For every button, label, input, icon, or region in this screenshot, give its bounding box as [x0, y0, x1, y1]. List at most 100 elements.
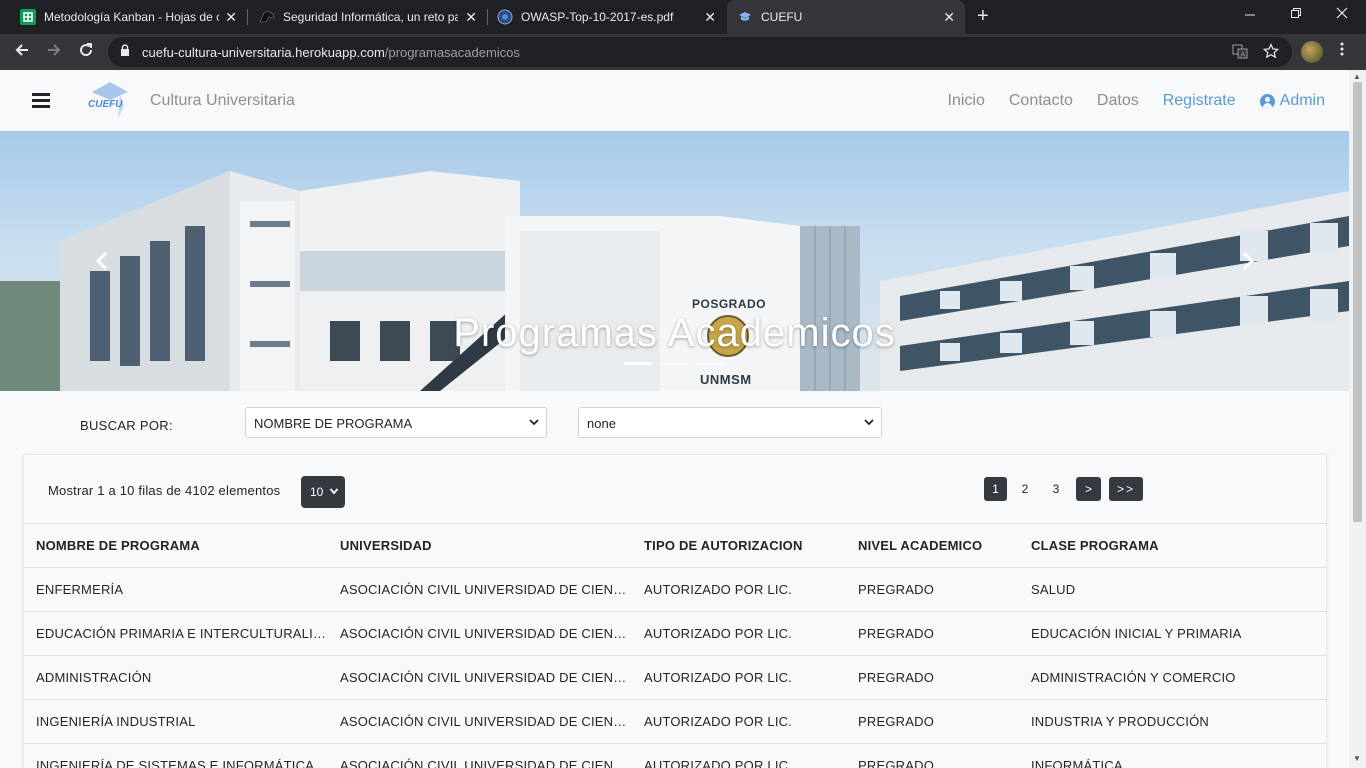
search-field-select[interactable]: NOMBRE DE PROGRAMA: [245, 407, 547, 438]
admin-label: Admin: [1279, 92, 1325, 109]
page-button-3[interactable]: 3: [1046, 477, 1066, 501]
new-tab-button[interactable]: +: [977, 5, 989, 28]
column-header[interactable]: CLASE PROGRAMA: [1019, 523, 1326, 568]
bookmark-star-icon[interactable]: [1262, 43, 1280, 62]
browser-tab[interactable]: Seguridad Informática, un reto para ✕: [247, 0, 487, 34]
scrollbar-thumb[interactable]: [1353, 82, 1362, 522]
globe-icon: [497, 9, 513, 25]
table-cell: PREGRADO: [846, 699, 1019, 744]
table-row[interactable]: ENFERMERÍA ASOCIACIÓN CIVIL UNIVERSIDAD …: [24, 567, 1326, 612]
chevron-down-icon: [329, 488, 339, 495]
page-button-1[interactable]: 1: [984, 477, 1007, 501]
table-cell: ADMINISTRACIÓN Y COMERCIO: [1019, 655, 1326, 700]
table-header-row: NOMBRE DE PROGRAMA UNIVERSIDAD TIPO DE A…: [24, 523, 1326, 568]
page-size-select[interactable]: 10: [301, 476, 345, 508]
carousel-indicator[interactable]: [624, 362, 652, 365]
cuefu-logo[interactable]: CUEFU: [88, 80, 136, 120]
table-cell: ADMINISTRACIÓN: [24, 655, 328, 700]
profile-avatar[interactable]: [1301, 41, 1323, 63]
url-path: /programasacademicos: [384, 45, 520, 60]
next-page-button[interactable]: >: [1076, 477, 1101, 501]
page-viewport: CUEFU Cultura Universitaria Inicio Conta…: [0, 70, 1349, 768]
close-tab-icon[interactable]: ✕: [465, 9, 477, 26]
browser-menu-icon[interactable]: [1340, 41, 1344, 62]
programs-table: NOMBRE DE PROGRAMA UNIVERSIDAD TIPO DE A…: [24, 523, 1326, 768]
table-cell: AUTORIZADO POR LIC.: [632, 611, 846, 656]
minimize-icon[interactable]: [1244, 6, 1256, 22]
column-header[interactable]: TIPO DE AUTORIZACION: [632, 523, 846, 568]
hero-carousel: POSGRADO UNMSM Programas Academicos: [0, 131, 1349, 391]
chevron-down-icon: [529, 419, 539, 426]
carousel-prev-icon[interactable]: [92, 249, 112, 273]
table-cell: INGENIERÍA INDUSTRIAL: [24, 699, 328, 744]
nav-links: Inicio Contacto Datos Registrate Admin: [948, 92, 1325, 110]
table-cell: PREGRADO: [846, 743, 1019, 768]
table-row[interactable]: ADMINISTRACIÓN ASOCIACIÓN CIVIL UNIVERSI…: [24, 655, 1326, 700]
results-card: Mostrar 1 a 10 filas de 4102 elementos 1…: [23, 454, 1327, 768]
nav-link-registrate[interactable]: Registrate: [1163, 92, 1236, 110]
tab-title: OWASP-Top-10-2017-es.pdf: [521, 10, 674, 24]
lock-icon: [121, 44, 129, 56]
close-tab-icon[interactable]: ✕: [704, 9, 716, 26]
page-scrollbar[interactable]: ▲ ▼: [1349, 70, 1366, 768]
close-tab-icon[interactable]: ✕: [225, 9, 237, 26]
table-cell: INFORMÁTICA: [1019, 743, 1326, 768]
search-label: BUSCAR POR:: [80, 418, 173, 433]
close-window-icon[interactable]: [1336, 6, 1348, 22]
carousel-indicator[interactable]: [696, 362, 724, 365]
building-sign-unmsm: UNMSM: [700, 372, 752, 387]
table-cell: PREGRADO: [846, 567, 1019, 612]
table-row[interactable]: INGENIERÍA DE SISTEMAS E INFORMÁTICA ASO…: [24, 743, 1326, 768]
column-header[interactable]: NOMBRE DE PROGRAMA: [24, 523, 328, 568]
table-cell: SALUD: [1019, 567, 1326, 612]
hero-title: Programas Academicos: [453, 311, 896, 355]
sheets-icon: [20, 9, 36, 25]
search-field-value: NOMBRE DE PROGRAMA: [254, 416, 413, 431]
nav-link-datos[interactable]: Datos: [1097, 92, 1139, 110]
reload-icon[interactable]: [78, 42, 94, 63]
table-cell: ASOCIACIÓN CIVIL UNIVERSIDAD DE CIENCIAS…: [328, 743, 632, 768]
nav-link-contacto[interactable]: Contacto: [1009, 92, 1073, 110]
scroll-down-icon[interactable]: ▼: [1353, 754, 1361, 763]
nav-link-inicio[interactable]: Inicio: [948, 92, 985, 110]
table-cell: ASOCIACIÓN CIVIL UNIVERSIDAD DE CIENCIAS…: [328, 611, 632, 656]
table-cell: AUTORIZADO POR LIC.: [632, 567, 846, 612]
table-row[interactable]: EDUCACIÓN PRIMARIA E INTERCULTURALIDAD A…: [24, 611, 1326, 656]
brand-title[interactable]: Cultura Universitaria: [150, 92, 295, 110]
close-tab-icon[interactable]: ✕: [943, 9, 955, 26]
table-cell: AUTORIZADO POR LIC.: [632, 743, 846, 768]
tab-title: Metodología Kanban - Hojas de cálculo: [44, 10, 219, 24]
column-header[interactable]: NIVEL ACADEMICO: [846, 523, 1019, 568]
carousel-indicator[interactable]: [660, 362, 688, 365]
url-text: cuefu-cultura-universitaria.herokuapp.co…: [142, 45, 520, 60]
forward-icon[interactable]: [46, 42, 62, 63]
table-cell: INGENIERÍA DE SISTEMAS E INFORMÁTICA: [24, 743, 328, 768]
table-cell: ENFERMERÍA: [24, 567, 328, 612]
back-icon[interactable]: [14, 42, 30, 63]
last-page-button[interactable]: >>: [1109, 477, 1143, 501]
translate-icon[interactable]: A: [1232, 43, 1248, 62]
user-circle-icon: [1259, 93, 1275, 109]
browser-tab-active[interactable]: CUEFU ✕: [727, 0, 965, 34]
table-cell: AUTORIZADO POR LIC.: [632, 699, 846, 744]
carousel-next-icon[interactable]: [1238, 249, 1258, 273]
table-cell: INDUSTRIA Y PRODUCCIÓN: [1019, 699, 1326, 744]
graduation-cap-icon: [737, 9, 753, 25]
browser-tab[interactable]: OWASP-Top-10-2017-es.pdf ✕: [487, 0, 726, 34]
browser-tab-bar: Metodología Kanban - Hojas de cálculo ✕ …: [0, 0, 1366, 34]
table-cell: ASOCIACIÓN CIVIL UNIVERSIDAD DE CIENCIAS…: [328, 699, 632, 744]
table-row[interactable]: INGENIERÍA INDUSTRIAL ASOCIACIÓN CIVIL U…: [24, 699, 1326, 744]
browser-tab[interactable]: Metodología Kanban - Hojas de cálculo ✕: [0, 0, 247, 34]
column-header[interactable]: UNIVERSIDAD: [328, 523, 632, 568]
scroll-up-icon[interactable]: ▲: [1353, 72, 1361, 81]
tab-title: Seguridad Informática, un reto para: [283, 10, 458, 24]
table-cell: EDUCACIÓN PRIMARIA E INTERCULTURALIDAD: [24, 611, 328, 656]
page-button-2[interactable]: 2: [1015, 477, 1035, 501]
address-bar[interactable]: cuefu-cultura-universitaria.herokuapp.co…: [108, 37, 1292, 67]
hamburger-menu-icon[interactable]: [32, 93, 50, 111]
search-value-select[interactable]: none: [578, 407, 882, 438]
search-value-value: none: [587, 416, 616, 431]
restore-icon[interactable]: [1290, 6, 1302, 22]
admin-link[interactable]: Admin: [1259, 92, 1325, 110]
table-cell: AUTORIZADO POR LIC.: [632, 655, 846, 700]
